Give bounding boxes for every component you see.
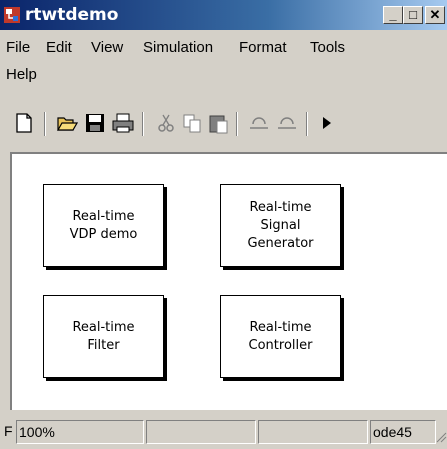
toolbar-separator bbox=[236, 112, 238, 136]
toolbar bbox=[0, 104, 447, 142]
status-cell-2 bbox=[146, 420, 256, 444]
menu-file[interactable]: File bbox=[6, 39, 30, 56]
minimize-button[interactable]: _ bbox=[383, 6, 403, 24]
block-filter[interactable]: Real-time Filter bbox=[43, 295, 164, 378]
title-bar[interactable]: rtwtdemo _ □ ✕ bbox=[0, 0, 447, 30]
play-icon[interactable] bbox=[316, 112, 338, 134]
status-bar: F 100% ode45 bbox=[0, 418, 447, 449]
block-signal-generator[interactable]: Real-time Signal Generator bbox=[220, 184, 341, 267]
menu-help[interactable]: Help bbox=[6, 66, 37, 83]
menu-bar: File Edit View Simulation Format Tools H… bbox=[0, 34, 447, 96]
block-vdp-demo[interactable]: Real-time VDP demo bbox=[43, 184, 164, 267]
block-controller[interactable]: Real-time Controller bbox=[220, 295, 341, 378]
open-icon[interactable] bbox=[56, 112, 78, 134]
status-solver: ode45 bbox=[370, 420, 436, 444]
status-left: F bbox=[4, 423, 13, 439]
menu-view[interactable]: View bbox=[91, 39, 123, 56]
status-cell-3 bbox=[258, 420, 368, 444]
paste-icon[interactable] bbox=[207, 112, 229, 134]
diagram-canvas[interactable]: Real-time VDP demo Real-time Signal Gene… bbox=[10, 152, 447, 410]
cut-icon[interactable] bbox=[155, 112, 177, 134]
redo-icon[interactable] bbox=[276, 112, 298, 134]
save-icon[interactable] bbox=[84, 112, 106, 134]
window-title: rtwtdemo bbox=[25, 5, 119, 25]
copy-icon[interactable] bbox=[181, 112, 203, 134]
close-button[interactable]: ✕ bbox=[425, 6, 445, 24]
status-zoom: 100% bbox=[16, 420, 144, 444]
model-window: rtwtdemo _ □ ✕ File Edit View Simulation… bbox=[0, 0, 447, 449]
menu-simulation[interactable]: Simulation bbox=[143, 39, 213, 56]
new-icon[interactable] bbox=[13, 112, 35, 134]
menu-edit[interactable]: Edit bbox=[46, 39, 72, 56]
resize-grip-icon[interactable] bbox=[436, 432, 447, 443]
print-icon[interactable] bbox=[112, 112, 134, 134]
toolbar-separator bbox=[44, 112, 46, 136]
undo-icon[interactable] bbox=[248, 112, 270, 134]
menu-tools[interactable]: Tools bbox=[310, 39, 345, 56]
simulink-model-icon[interactable] bbox=[4, 7, 20, 23]
toolbar-separator bbox=[306, 112, 308, 136]
maximize-button[interactable]: □ bbox=[403, 6, 423, 24]
menu-format[interactable]: Format bbox=[239, 39, 287, 56]
toolbar-separator bbox=[142, 112, 144, 136]
